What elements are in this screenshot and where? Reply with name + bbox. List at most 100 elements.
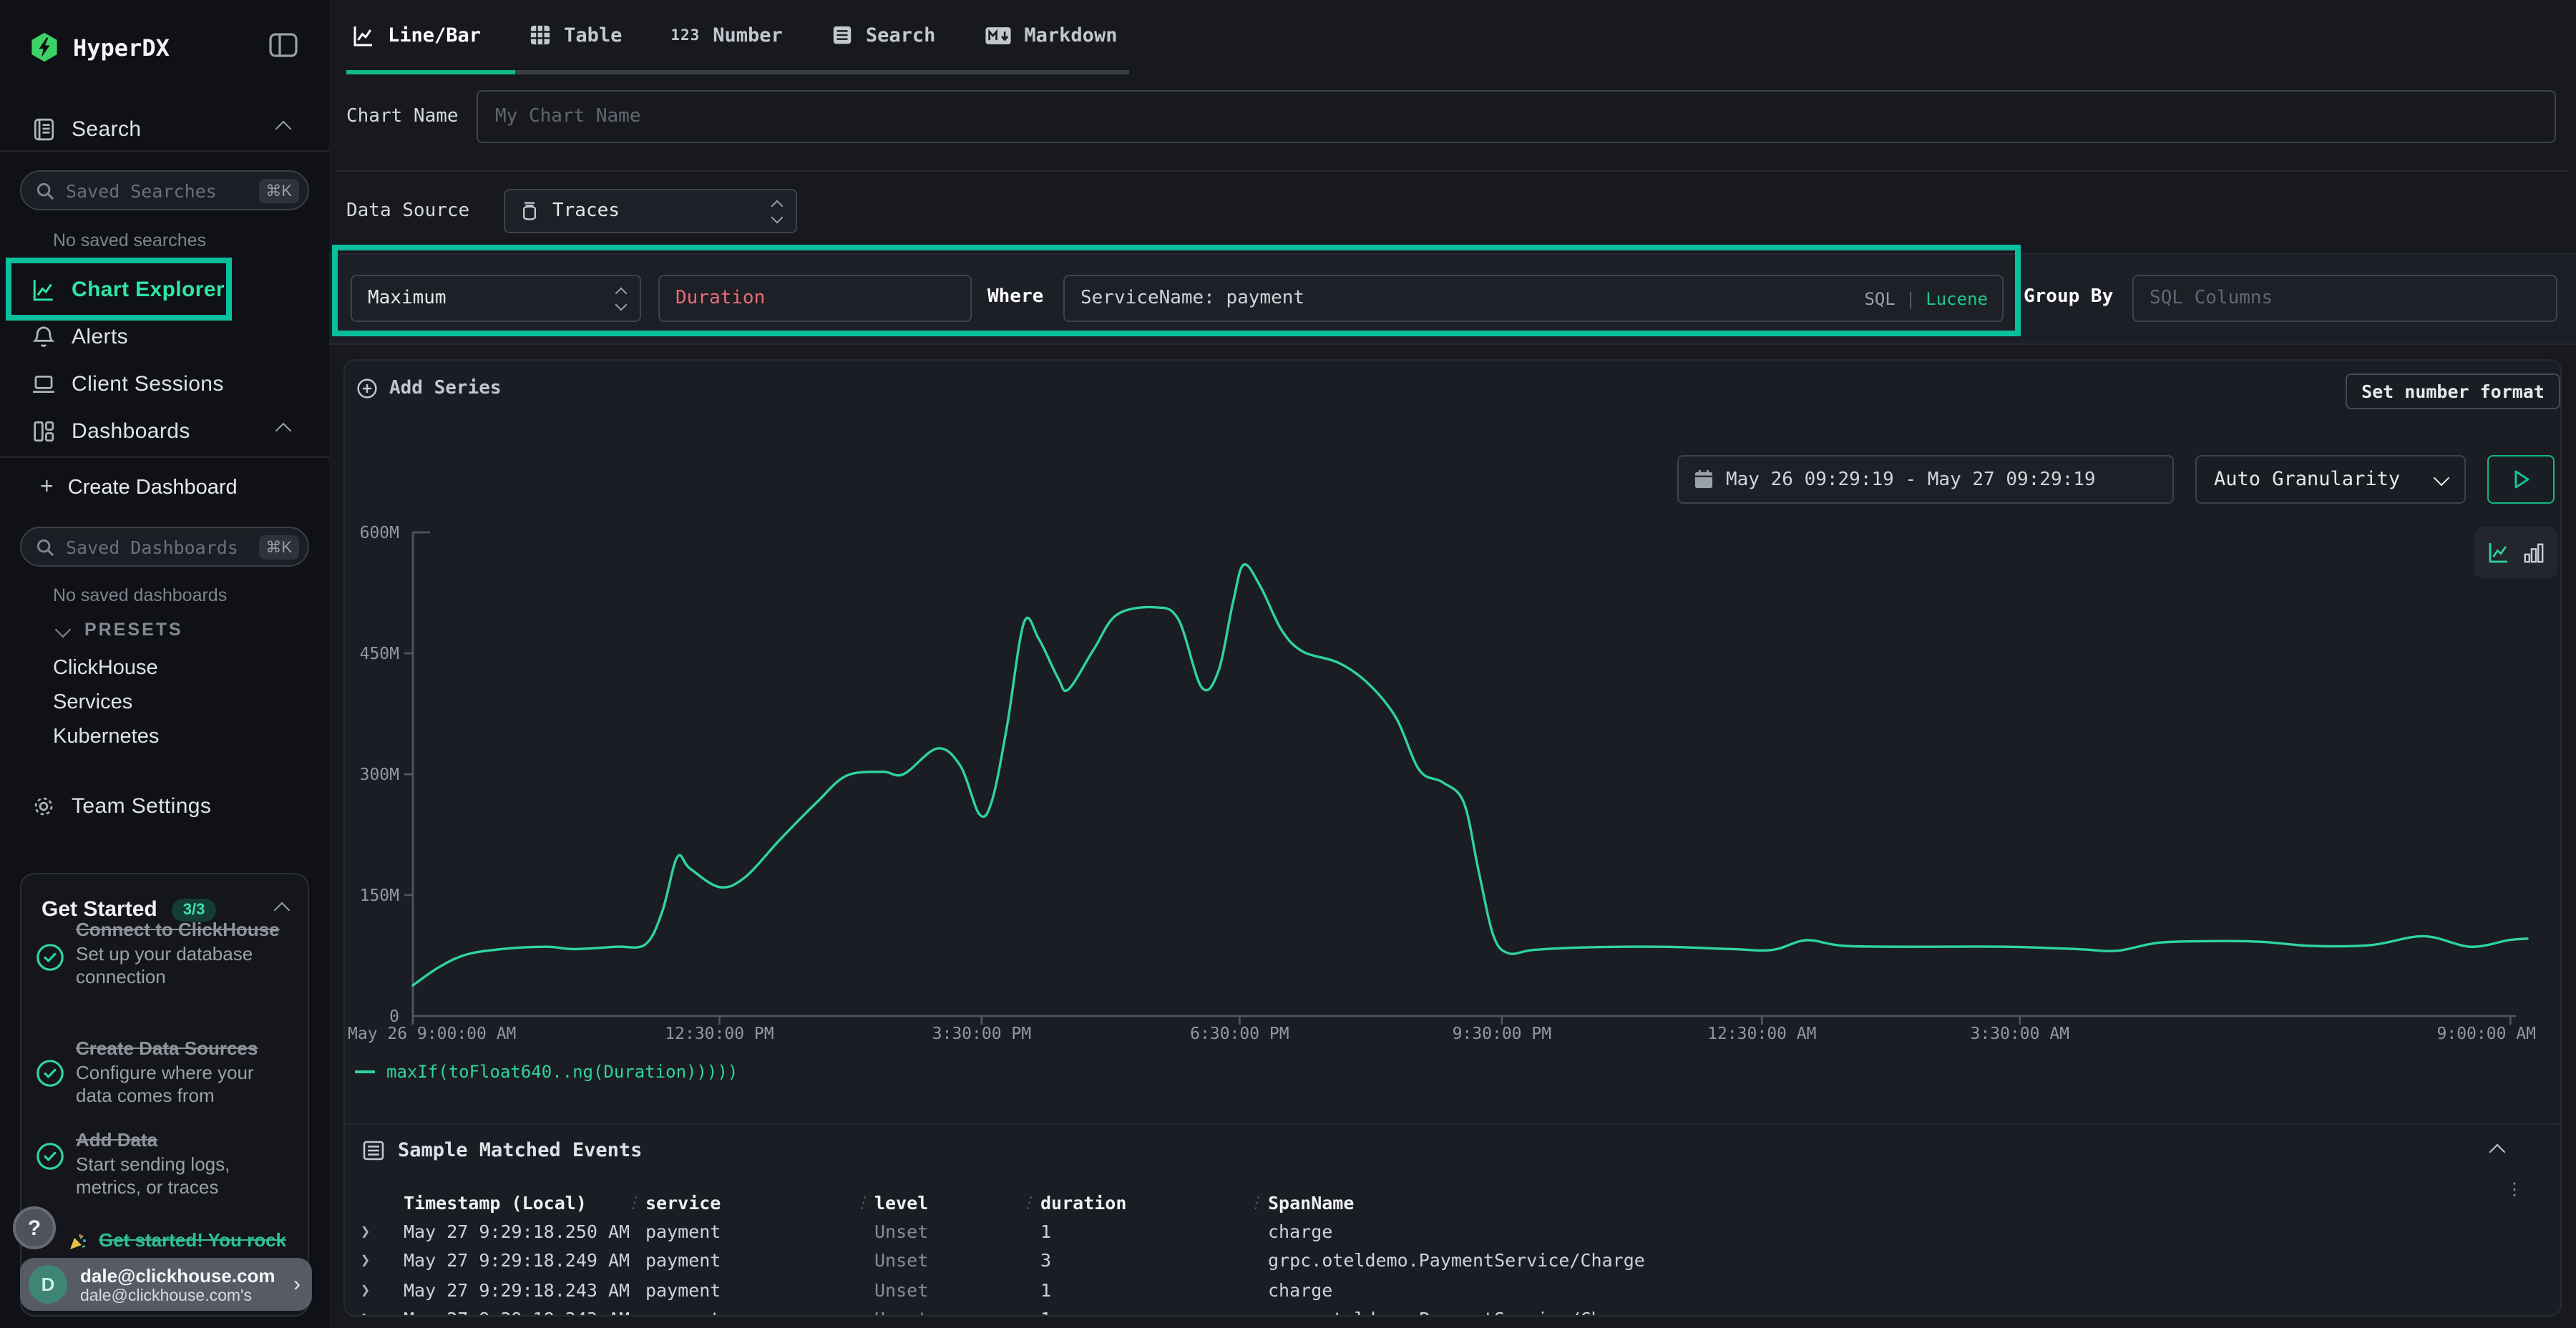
logo-text: HyperDX <box>73 34 170 61</box>
date-range-input[interactable]: May 26 09:29:19 - May 27 09:29:19 <box>1677 455 2174 504</box>
field-input[interactable]: Duration <box>658 275 972 322</box>
events-table-header: Timestamp (Local) ⋮service ⋮level ⋮durat… <box>353 1188 2523 1217</box>
chart-card: Add Series Set number format May 26 09:2… <box>343 359 2562 1317</box>
saved-dashboards-input[interactable]: Saved Dashboards ⌘K <box>20 527 309 567</box>
table-row[interactable]: ❯May 27 9:29:18.250 AMpaymentUnset1charg… <box>353 1217 2523 1246</box>
chartline-icon <box>352 24 375 47</box>
get-started-item[interactable]: Create Data SourcesConfigure where your … <box>36 1036 291 1108</box>
chevron-up-icon <box>275 121 292 137</box>
journal-icon <box>31 117 56 141</box>
column-drag-handle[interactable]: ⋮ <box>1248 1193 1264 1211</box>
expand-row-icon[interactable]: ❯ <box>353 1280 404 1299</box>
lucene-mode-button[interactable]: Lucene <box>1926 288 1988 308</box>
check-circle-icon <box>36 943 64 972</box>
line-chart-icon <box>31 277 56 301</box>
sidebar-item-alerts[interactable]: Alerts <box>0 316 329 356</box>
col-level[interactable]: ⋮level <box>874 1191 1040 1213</box>
sql-mode-button[interactable]: SQL <box>1864 288 1895 308</box>
database-icon <box>519 200 540 222</box>
sidebar-item-chart-explorer[interactable]: Chart Explorer <box>0 269 329 309</box>
svg-text:9:30:00 PM: 9:30:00 PM <box>1453 1025 1551 1043</box>
svg-text:150M: 150M <box>360 887 399 905</box>
preset-clickhouse[interactable]: ClickHouse <box>53 651 159 685</box>
col-service[interactable]: ⋮service <box>645 1191 874 1213</box>
timeseries-chart[interactable]: 0150M300M450M600MMay 26 9:00:00 AM12:30:… <box>345 522 2543 1049</box>
group-by-input[interactable]: SQL Columns <box>2132 275 2557 322</box>
column-drag-handle[interactable]: ⋮ <box>854 1193 870 1211</box>
sidebar-section-search[interactable]: Search <box>0 109 329 149</box>
chart-name-input[interactable]: My Chart Name <box>477 90 2556 143</box>
tab-number[interactable]: 123Number <box>670 24 783 47</box>
sidebar-divider <box>0 456 329 458</box>
no-saved-dashboards-text: No saved dashboards <box>53 585 227 605</box>
check-circle-icon <box>36 1142 64 1171</box>
where-label: Where <box>987 286 1048 308</box>
preset-kubernetes[interactable]: Kubernetes <box>53 720 159 754</box>
expand-row-icon[interactable]: ❯ <box>353 1309 404 1317</box>
markdown-icon <box>984 25 1011 45</box>
sidebar-item-client-sessions[interactable]: Client Sessions <box>0 363 329 404</box>
data-source-select[interactable]: Traces <box>504 189 797 233</box>
sidebar-section-search-label: Search <box>72 117 141 141</box>
presets-label: PRESETS <box>84 620 183 640</box>
col-duration[interactable]: ⋮duration <box>1040 1191 1268 1213</box>
check-circle-icon <box>36 1059 64 1088</box>
run-query-button[interactable] <box>2487 455 2555 504</box>
expand-row-icon[interactable]: ❯ <box>353 1251 404 1269</box>
divider <box>345 1123 2562 1125</box>
saved-searches-input[interactable]: Saved Searches ⌘K <box>20 170 309 210</box>
gear-icon <box>31 794 56 818</box>
table-row[interactable]: ❯May 27 9:29:18.249 AMpaymentUnset3grpc.… <box>353 1246 2523 1275</box>
create-dashboard-button[interactable]: + Create Dashboard <box>0 468 329 508</box>
tab-search[interactable]: Search <box>831 24 936 47</box>
sidebar-collapse-icon[interactable] <box>269 33 298 57</box>
tab-table[interactable]: Table <box>530 24 622 47</box>
svg-text:9:00:00 AM: 9:00:00 AM <box>2437 1025 2536 1043</box>
events-panel-title: Sample Matched Events <box>398 1139 642 1162</box>
sidebar-item-dashboards[interactable]: Dashboards <box>0 411 329 451</box>
preset-services[interactable]: Services <box>53 685 159 720</box>
help-question-mark: ? <box>28 1216 41 1240</box>
svg-text:600M: 600M <box>360 524 399 542</box>
events-panel-header[interactable]: Sample Matched Events <box>362 1139 642 1162</box>
user-profile-bar[interactable]: D dale@clickhouse.com dale@clickhouse.co… <box>20 1258 312 1311</box>
chevron-up-icon[interactable] <box>274 902 291 918</box>
presets-toggle[interactable]: PRESETS <box>57 620 183 640</box>
col-timestamp[interactable]: Timestamp (Local) <box>404 1191 645 1213</box>
no-saved-searches-text: No saved searches <box>53 230 206 250</box>
tab-line-bar[interactable]: Line/Bar <box>352 24 481 47</box>
date-range-value: May 26 09:29:19 - May 27 09:29:19 <box>1726 469 2096 490</box>
set-number-format-button[interactable]: Set number format <box>2346 374 2560 409</box>
svg-text:12:30:00 PM: 12:30:00 PM <box>665 1025 774 1043</box>
svg-text:300M: 300M <box>360 766 399 784</box>
group-by-label: Group By <box>2024 286 2113 308</box>
table-row[interactable]: ❯May 27 9:29:18.243 AMpaymentUnset1grpc.… <box>353 1304 2523 1317</box>
main-area: Line/BarTable123NumberSearchMarkdown Cha… <box>329 0 2576 1328</box>
cmd-k-badge: ⌘K <box>258 178 299 202</box>
svg-text:6:30:00 PM: 6:30:00 PM <box>1190 1025 1289 1043</box>
svg-text:450M: 450M <box>360 645 399 663</box>
collapse-events-icon[interactable] <box>2489 1144 2506 1161</box>
calendar-icon <box>1694 469 1713 489</box>
confetti-icon <box>67 1232 87 1261</box>
get-started-item[interactable]: Connect to ClickHouseSet up your databas… <box>36 917 291 989</box>
granularity-select[interactable]: Auto Granularity <box>2195 455 2466 504</box>
aggregation-select[interactable]: Maximum <box>351 275 641 322</box>
table-icon <box>530 24 551 46</box>
table-row[interactable]: ❯May 27 9:29:18.243 AMpaymentUnset1charg… <box>353 1275 2523 1304</box>
col-spanname[interactable]: ⋮SpanName <box>1268 1191 2523 1213</box>
column-drag-handle[interactable]: ⋮ <box>625 1193 641 1211</box>
chevron-right-icon: › <box>293 1272 301 1297</box>
help-button[interactable]: ? <box>13 1206 56 1249</box>
add-series-button[interactable]: Add Series <box>356 378 502 399</box>
sidebar-item-team-settings[interactable]: Team Settings <box>0 786 329 826</box>
get-started-item[interactable]: Get started! You rock <box>36 1229 291 1261</box>
tab-markdown[interactable]: Markdown <box>984 24 1117 47</box>
events-table: Timestamp (Local) ⋮service ⋮level ⋮durat… <box>353 1188 2523 1317</box>
svg-text:3:30:00 AM: 3:30:00 AM <box>1971 1025 2069 1043</box>
svg-text:3:30:00 PM: 3:30:00 PM <box>932 1025 1031 1043</box>
where-input[interactable]: ServiceName: payment SQL | Lucene <box>1063 275 2004 322</box>
expand-row-icon[interactable]: ❯ <box>353 1222 404 1241</box>
get-started-item[interactable]: Add DataStart sending logs, metrics, or … <box>36 1128 291 1199</box>
column-drag-handle[interactable]: ⋮ <box>1020 1193 1036 1211</box>
